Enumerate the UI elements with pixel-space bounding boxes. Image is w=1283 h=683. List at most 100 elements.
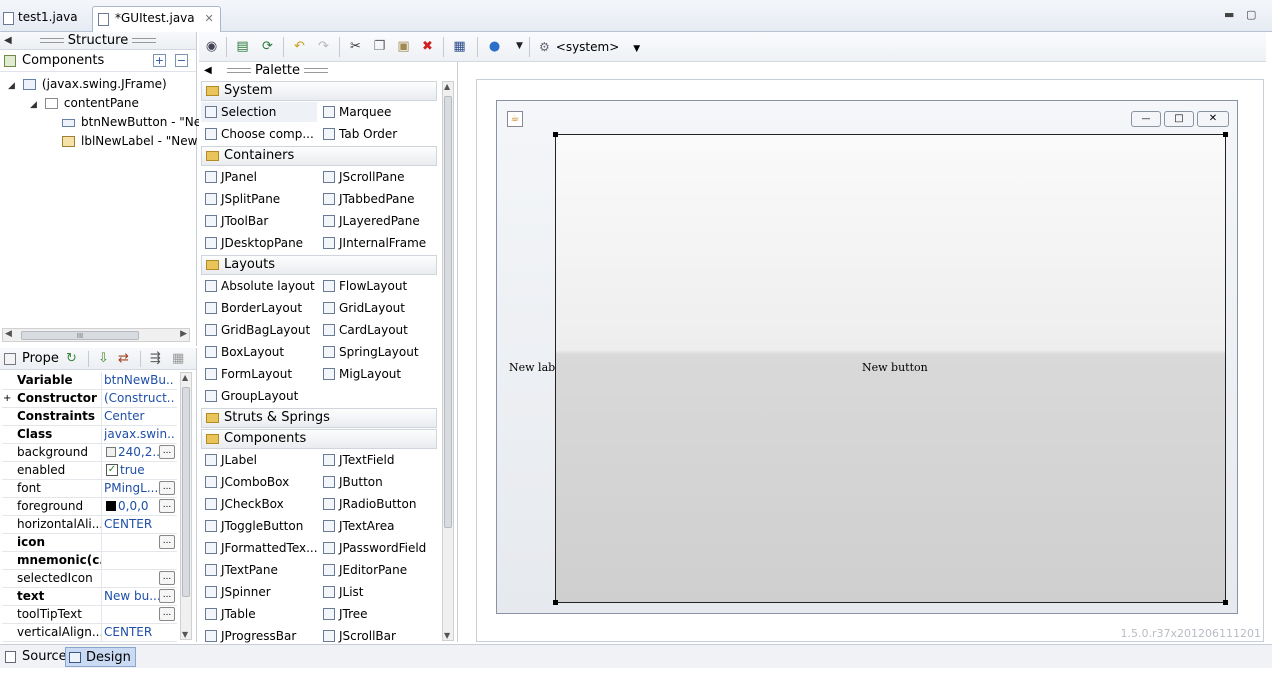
palette-category-struts-springs[interactable]: Struts & Springs: [201, 408, 437, 428]
tab-test1-java[interactable]: test1.java: [0, 6, 84, 32]
expand-icon[interactable]: ◢: [8, 81, 15, 91]
copy-icon[interactable]: ❐: [371, 38, 388, 55]
palette-item-formlayout[interactable]: FormLayout: [201, 364, 317, 384]
show-advanced-icon[interactable]: ⇶: [150, 348, 161, 370]
palette-item-jcombobox[interactable]: JComboBox: [201, 472, 317, 492]
palette-item-jsplitpane[interactable]: JSplitPane: [201, 189, 317, 209]
palette-category-layouts[interactable]: Layouts: [201, 255, 437, 275]
property-row-verticalalignment[interactable]: verticalAlign... CENTER: [2, 624, 177, 642]
palette-item-jspinner[interactable]: JSpinner: [201, 582, 317, 602]
palette-item-selection[interactable]: Selection: [201, 102, 317, 122]
property-row-mnemonic[interactable]: mnemonic(c...: [2, 552, 177, 570]
property-row-foreground[interactable]: foreground 0,0,0...: [2, 498, 177, 516]
palette-item-jdesktoppane[interactable]: JDesktopPane: [201, 233, 317, 253]
palette-item-springlayout[interactable]: SpringLayout: [319, 342, 435, 362]
checkbox-icon[interactable]: ✓: [106, 464, 118, 476]
property-row-variable[interactable]: Variable btnNewBu...: [2, 372, 177, 390]
palette-item-flowlayout[interactable]: FlowLayout: [319, 276, 435, 296]
property-value[interactable]: btnNewBu...: [104, 372, 174, 389]
scroll-down-icon[interactable]: ▼: [182, 630, 188, 639]
btnnewbutton-preview[interactable]: New button: [553, 132, 1228, 605]
palette-item-jtogglebutton[interactable]: JToggleButton: [201, 516, 317, 536]
palette-item-grouplayout[interactable]: GroupLayout: [201, 386, 317, 406]
tree-item-jframe[interactable]: ◢ (javax.swing.JFrame): [8, 75, 167, 94]
scroll-up-icon[interactable]: ▲: [444, 82, 450, 91]
property-row-class[interactable]: Class javax.swin...: [2, 426, 177, 444]
property-value[interactable]: New bu...: [104, 588, 160, 605]
property-row-constraints[interactable]: Constraints Center: [2, 408, 177, 426]
palette-item-jprogressbar[interactable]: JProgressBar: [201, 626, 317, 646]
property-value[interactable]: Center: [104, 408, 174, 425]
convert-local-icon[interactable]: ⇄: [118, 348, 129, 370]
palette-item-gridbaglayout[interactable]: GridBagLayout: [201, 320, 317, 340]
palette-item-jradiobutton[interactable]: JRadioButton: [319, 494, 435, 514]
undo-icon[interactable]: ↶: [291, 38, 308, 55]
palette-item-cardlayout[interactable]: CardLayout: [319, 320, 435, 340]
tree-item-btnnewbutton[interactable]: btnNewButton - "Ne: [62, 113, 201, 132]
palette-item-jscrollbar[interactable]: JScrollBar: [319, 626, 435, 646]
cut-icon[interactable]: ✂: [347, 38, 364, 55]
expand-all-icon[interactable]: +: [153, 54, 166, 67]
close-icon[interactable]: ✕: [204, 12, 213, 25]
palette-item-gridlayout[interactable]: GridLayout: [319, 298, 435, 318]
palette-item-jcheckbox[interactable]: JCheckBox: [201, 494, 317, 514]
look-and-feel-dropdown[interactable]: ⚙ <system> ▼: [539, 39, 640, 57]
property-row-font[interactable]: font PMingL......: [2, 480, 177, 498]
palette-item-choose-comp[interactable]: Choose comp...: [201, 124, 317, 144]
tree-item-contentpane[interactable]: ◢ contentPane: [30, 94, 139, 113]
collapse-left-icon[interactable]: ◀: [204, 62, 212, 80]
resize-handle[interactable]: [1223, 600, 1228, 605]
palette-category-containers[interactable]: Containers: [201, 146, 437, 166]
scroll-thumb[interactable]: [444, 96, 452, 528]
palette-item-jtree[interactable]: JTree: [319, 604, 435, 624]
property-row-horizontalalignment[interactable]: horizontalAli... CENTER: [2, 516, 177, 534]
palette-item-jlayeredpane[interactable]: JLayeredPane: [319, 211, 435, 231]
scroll-right-icon[interactable]: ▶: [180, 329, 187, 339]
palette-item-jlist[interactable]: JList: [319, 582, 435, 602]
palette-item-jformattedtex[interactable]: JFormattedTex...: [201, 538, 318, 558]
chevron-down-icon[interactable]: ▼: [511, 38, 528, 55]
properties-vscrollbar[interactable]: ▲ ▼: [180, 372, 192, 640]
palette-item-miglayout[interactable]: MigLayout: [319, 364, 435, 384]
palette-item-boxlayout[interactable]: BoxLayout: [201, 342, 317, 362]
structure-hscrollbar[interactable]: ◀ III ▶: [2, 328, 190, 342]
property-value[interactable]: CENTER: [104, 516, 174, 533]
tab-design[interactable]: Design: [65, 647, 136, 667]
add-to-palette-icon[interactable]: ▤: [234, 38, 251, 55]
expand-icon[interactable]: ◢: [30, 100, 37, 110]
property-row-selectedicon[interactable]: selectedIcon...: [2, 570, 177, 588]
palette-item-jinternalframe[interactable]: JInternalFrame: [319, 233, 435, 253]
ellipsis-button[interactable]: ...: [159, 445, 175, 459]
ellipsis-button[interactable]: ...: [159, 589, 175, 603]
property-row-background[interactable]: background 240,2......: [2, 444, 177, 462]
paste-icon[interactable]: ▣: [395, 38, 412, 55]
property-value[interactable]: CENTER: [104, 624, 174, 641]
ellipsis-button[interactable]: ...: [159, 607, 175, 621]
palette-item-jtable[interactable]: JTable: [201, 604, 317, 624]
palette-category-components[interactable]: Components: [201, 429, 437, 449]
collapse-left-icon[interactable]: ◀: [4, 32, 12, 50]
resize-handle[interactable]: [553, 132, 558, 137]
property-value[interactable]: javax.swin...: [104, 426, 174, 443]
tab-guitest-java[interactable]: *GUItest.java ✕: [92, 6, 221, 32]
property-row-enabled[interactable]: enabled ✓ true: [2, 462, 177, 480]
globe-icon[interactable]: ●: [486, 38, 503, 55]
maximize-icon[interactable]: ▢: [1246, 8, 1256, 21]
ellipsis-button[interactable]: ...: [159, 535, 175, 549]
delete-icon[interactable]: ✖: [419, 38, 436, 55]
palette-item-borderlayout[interactable]: BorderLayout: [201, 298, 317, 318]
property-value[interactable]: PMingL...: [104, 480, 160, 497]
scroll-down-icon[interactable]: ▼: [444, 631, 450, 640]
palette-item-marquee[interactable]: Marquee: [319, 102, 435, 122]
palette-item-absolute-layout[interactable]: Absolute layout: [201, 276, 317, 296]
scroll-thumb[interactable]: III: [21, 331, 139, 340]
palette-item-jtextfield[interactable]: JTextField: [319, 450, 435, 470]
close-icon[interactable]: ✕: [1197, 111, 1229, 127]
ellipsis-button[interactable]: ...: [159, 571, 175, 585]
show-events-icon[interactable]: ↻: [66, 348, 77, 370]
palette-item-jtextarea[interactable]: JTextArea: [319, 516, 435, 536]
test-gui-icon[interactable]: ◉: [203, 38, 220, 55]
palette-item-jlabel[interactable]: JLabel: [201, 450, 317, 470]
scroll-up-icon[interactable]: ▲: [182, 373, 188, 382]
goto-definition-icon[interactable]: ⇩: [98, 348, 109, 370]
